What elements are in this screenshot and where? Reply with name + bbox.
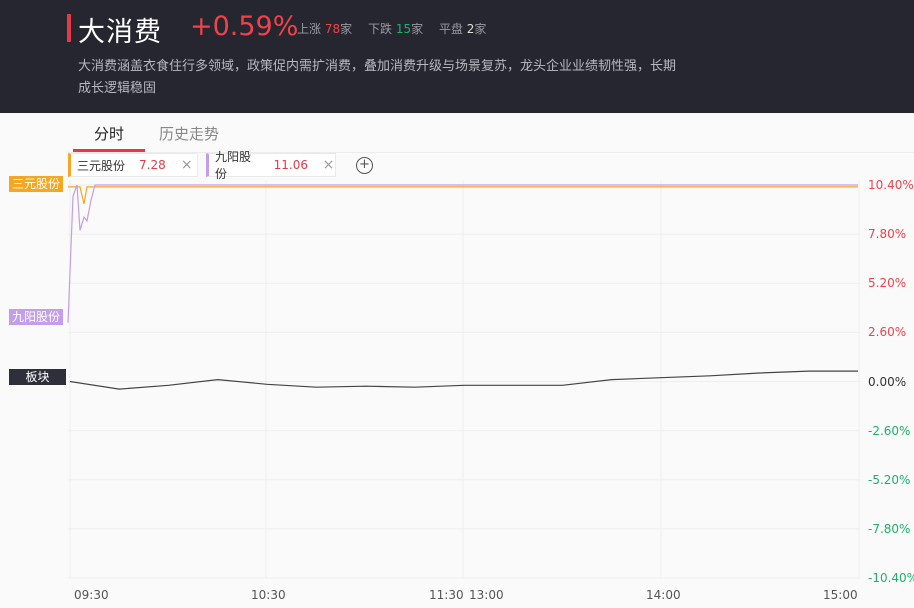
y-tick-label: -7.80% <box>868 521 911 536</box>
x-tick-label: 11:30 <box>429 588 464 602</box>
y-tick-label: 5.20% <box>868 276 907 291</box>
y-tick-label: -2.60% <box>868 423 911 438</box>
y-tick-label: 10.40% <box>868 178 914 192</box>
x-tick-label: 15:00 <box>823 588 858 602</box>
intraday-chart <box>67 180 860 579</box>
series-label-sanyuan: 三元股份 <box>9 176 64 192</box>
series-label-sector: 板块 <box>9 369 66 385</box>
series-label-jiuyang: 九阳股份 <box>9 309 64 325</box>
y-tick-label: 0.00% <box>868 374 907 389</box>
series-line-板块 <box>69 370 858 390</box>
y-tick-label: -10.40% <box>868 571 914 585</box>
x-tick-label: 10:30 <box>251 588 286 602</box>
y-tick-label: 7.80% <box>868 227 907 242</box>
x-tick-label: 13:00 <box>469 588 504 602</box>
y-tick-label: 2.60% <box>868 325 907 340</box>
x-tick-label: 09:30 <box>74 588 109 602</box>
x-tick-label: 14:00 <box>646 588 681 602</box>
y-tick-label: -5.20% <box>868 472 911 487</box>
